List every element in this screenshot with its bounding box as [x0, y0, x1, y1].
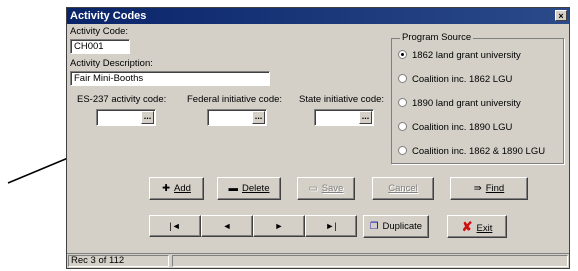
exit-button[interactable]: ✘ Exit — [447, 215, 507, 238]
save-label: Save — [321, 183, 344, 194]
radio-label: 1890 land grant university — [412, 98, 521, 109]
close-icon[interactable]: × — [555, 10, 567, 21]
save-button[interactable]: ▭ Save — [297, 177, 355, 200]
duplicate-button[interactable]: ❐ Duplicate — [363, 215, 429, 238]
federal-initiative-label: Federal initiative code: — [187, 94, 283, 105]
program-source-group: Program Source 1862 land grant universit… — [391, 32, 564, 164]
window-title: Activity Codes — [70, 10, 147, 22]
previous-record-button[interactable]: ◄ — [201, 215, 253, 237]
radio-selected-icon — [398, 49, 407, 59]
federal-initiative-input[interactable]: ... — [207, 109, 267, 126]
status-bar: Rec 3 of 112 — [67, 253, 569, 268]
title-bar: Activity Codes × — [67, 8, 569, 24]
find-label: Find — [485, 183, 505, 194]
delete-button[interactable]: ▬ Delete — [217, 177, 281, 200]
radio-label: Coalition inc. 1862 LGU — [412, 74, 513, 85]
es237-lookup-button[interactable]: ... — [141, 111, 154, 124]
radio-icon — [398, 145, 407, 155]
es237-code-label: ES-237 activity code: — [77, 94, 167, 105]
last-record-button[interactable]: ►| — [305, 215, 357, 237]
radio-coalition-1862[interactable]: Coalition inc. 1862 LGU — [398, 73, 513, 85]
cancel-label: Cancel — [388, 183, 418, 194]
state-lookup-button[interactable]: ... — [359, 111, 372, 124]
radio-coalition-1862-1890[interactable]: Coalition inc. 1862 & 1890 LGU — [398, 145, 546, 157]
activity-code-input[interactable]: CH001 — [70, 39, 130, 54]
folder-icon: ▭ — [308, 183, 318, 194]
add-button[interactable]: ✚ Add — [149, 177, 204, 200]
radio-1862-lgu[interactable]: 1862 land grant university — [398, 49, 521, 61]
add-label: Add — [174, 183, 191, 194]
find-icon: ⇛ — [473, 183, 482, 194]
state-initiative-input[interactable]: ... — [314, 109, 374, 126]
es237-code-input[interactable]: ... — [96, 109, 156, 126]
radio-1890-lgu[interactable]: 1890 land grant university — [398, 97, 521, 109]
next-record-button[interactable]: ► — [253, 215, 305, 237]
state-initiative-label: State initiative code: — [299, 94, 385, 105]
minus-icon: ▬ — [228, 183, 239, 194]
program-source-title: Program Source — [400, 32, 474, 43]
activity-description-label: Activity Description: — [70, 58, 153, 69]
first-record-button[interactable]: |◄ — [149, 215, 201, 237]
record-counter: Rec 3 of 112 — [68, 255, 169, 267]
federal-lookup-button[interactable]: ... — [252, 111, 265, 124]
exit-x-icon: ✘ — [461, 219, 473, 234]
activity-description-input[interactable]: Fair Mini-Booths — [70, 71, 270, 86]
find-button[interactable]: ⇛ Find — [450, 177, 528, 200]
duplicate-label: Duplicate — [382, 221, 423, 232]
radio-label: Coalition inc. 1890 LGU — [412, 122, 513, 133]
radio-icon — [398, 121, 407, 131]
radio-label: Coalition inc. 1862 & 1890 LGU — [412, 146, 546, 157]
radio-icon — [398, 73, 407, 83]
plus-icon: ✚ — [162, 183, 171, 194]
activity-codes-window: Activity Codes × Activity Code: CH001 Ac… — [66, 7, 570, 269]
status-message-pane — [172, 255, 568, 267]
radio-icon — [398, 97, 407, 107]
exit-label: Exit — [476, 223, 493, 234]
delete-label: Delete — [242, 183, 270, 194]
duplicate-icon: ❐ — [369, 221, 379, 232]
radio-coalition-1890[interactable]: Coalition inc. 1890 LGU — [398, 121, 513, 133]
activity-code-label: Activity Code: — [70, 26, 129, 37]
radio-label: 1862 land grant university — [412, 50, 521, 61]
cancel-button[interactable]: Cancel — [372, 177, 434, 200]
